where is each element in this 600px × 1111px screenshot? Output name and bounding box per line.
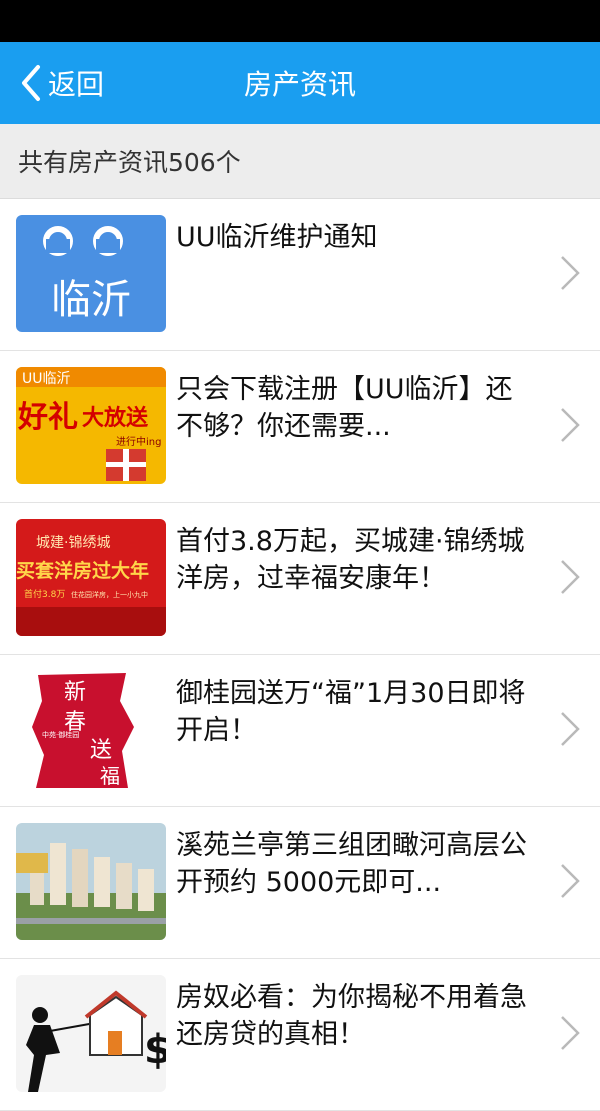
back-label: 返回: [48, 68, 105, 101]
thumb-text: 城建·锦绣城: [36, 534, 110, 551]
thumb-text: 中苑·御桂园: [42, 730, 79, 739]
news-item[interactable]: $ 房奴必看：为你揭秘不用着急还房贷的真相！: [0, 959, 600, 1111]
thumb-text: 福: [100, 764, 120, 788]
chevron-right-icon: [561, 712, 580, 746]
news-title: 只会下载注册【UU临沂】还不够？你还需要...: [176, 374, 513, 442]
status-bar: [0, 0, 600, 42]
chevron-right-icon: [561, 560, 580, 594]
news-title: 首付3.8万起，买城建·锦绣城洋房，过幸福安康年！: [176, 526, 525, 594]
thumb-text: 送: [90, 738, 112, 763]
news-list: 临沂 UU临沂维护通知 UU临沂 好礼 大放送 进行中ing 只会下载注册【UU…: [0, 199, 600, 1111]
thumb-text: 临沂: [51, 277, 131, 323]
thumb-text: 住花园洋房，上一小九中: [71, 590, 148, 599]
news-title: UU临沂维护通知: [176, 222, 378, 253]
thumb-text: 大放送: [82, 405, 148, 431]
news-title: 房奴必看：为你揭秘不用着急还房贷的真相！: [176, 982, 527, 1050]
chevron-left-icon: [22, 65, 40, 101]
thumb-text: 买套洋房过大年: [16, 559, 149, 582]
news-thumbnail: UU临沂 好礼 大放送 进行中ing: [16, 367, 166, 484]
news-thumbnail: 新 春 送 福 中苑·御桂园: [16, 671, 166, 788]
thumb-text: 新: [64, 680, 86, 705]
chevron-right-icon: [561, 256, 580, 290]
count-bar: 共有房产资讯506个: [0, 124, 600, 199]
news-item[interactable]: UU临沂 好礼 大放送 进行中ing 只会下载注册【UU临沂】还不够？你还需要.…: [0, 351, 600, 503]
news-thumbnail: $: [16, 975, 166, 1092]
chevron-right-icon: [561, 408, 580, 442]
app-header: 返回 房产资讯: [0, 42, 600, 124]
news-item[interactable]: 临沂 UU临沂维护通知: [0, 199, 600, 351]
thumb-text: UU临沂: [22, 371, 71, 387]
thumb-text: 首付3.8万: [24, 588, 65, 600]
thumb-text: $: [144, 1027, 166, 1073]
news-title: 御桂园送万“福”1月30日即将开启！: [176, 678, 526, 746]
thumb-text: 好礼: [17, 400, 78, 435]
news-item[interactable]: 新 春 送 福 中苑·御桂园 御桂园送万“福”1月30日即将开启！: [0, 655, 600, 807]
thumb-text: 进行中ing: [116, 435, 161, 448]
news-thumbnail: [16, 823, 166, 940]
news-title: 溪苑兰亭第三组团瞰河高层公开预约 5000元即可...: [176, 830, 527, 898]
news-thumbnail: 城建·锦绣城 买套洋房过大年 首付3.8万 住花园洋房，上一小九中: [16, 519, 166, 636]
news-item[interactable]: 溪苑兰亭第三组团瞰河高层公开预约 5000元即可...: [0, 807, 600, 959]
news-count-text: 共有房产资讯506个: [18, 148, 241, 177]
back-button[interactable]: 返回: [18, 42, 104, 124]
chevron-right-icon: [561, 1016, 580, 1050]
news-item[interactable]: 城建·锦绣城 买套洋房过大年 首付3.8万 住花园洋房，上一小九中 首付3.8万…: [0, 503, 600, 655]
news-thumbnail: 临沂: [16, 215, 166, 332]
chevron-right-icon: [561, 864, 580, 898]
